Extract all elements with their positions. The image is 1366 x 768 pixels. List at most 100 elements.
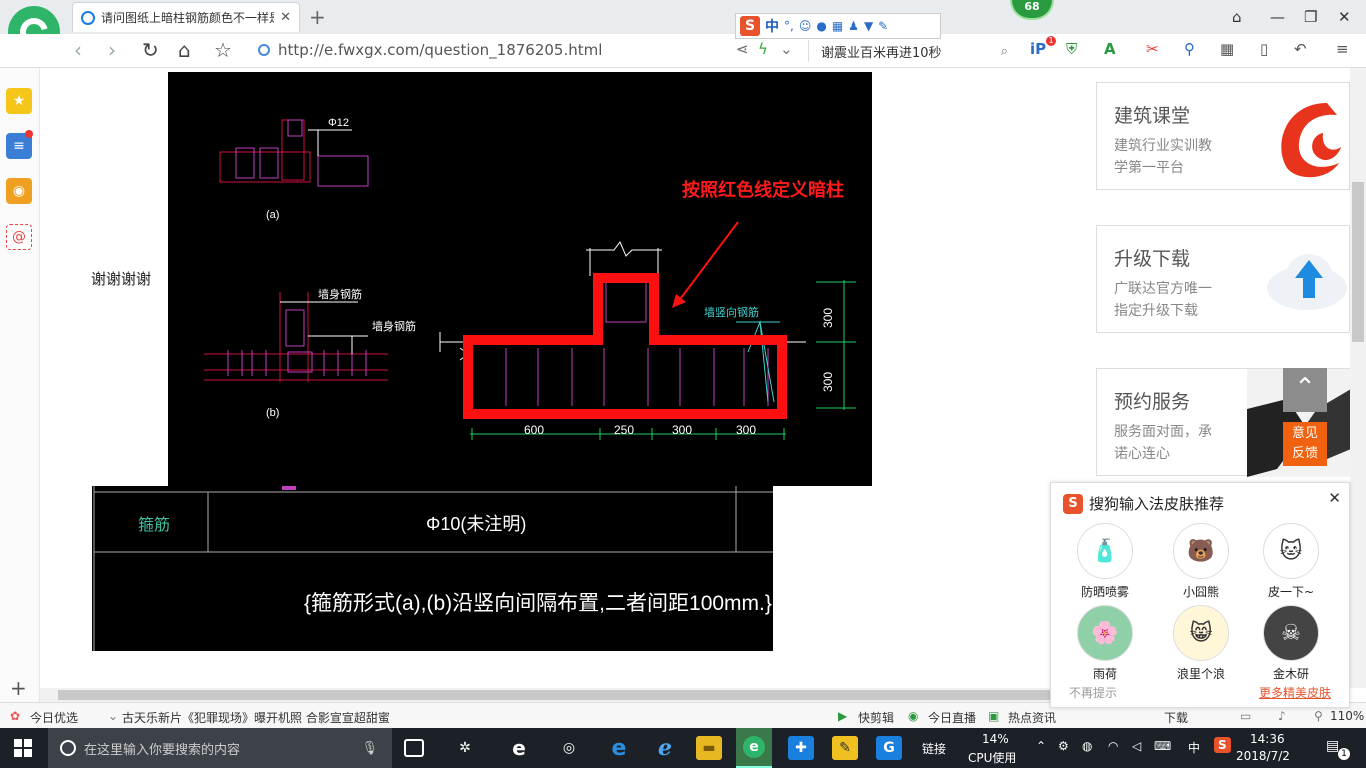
link-label[interactable]: 链接 <box>922 740 946 757</box>
windows-start-icon[interactable] <box>14 739 32 757</box>
wrench-icon[interactable]: ✎ <box>878 19 888 33</box>
translate-icon[interactable]: A <box>1104 40 1116 58</box>
users-icon[interactable]: ♟ <box>848 19 859 33</box>
spiral-app-icon[interactable]: ◎ <box>556 736 582 760</box>
close-window-button[interactable]: ✕ <box>1338 8 1351 26</box>
live-icon[interactable]: ◉ <box>908 709 918 723</box>
task-view-icon[interactable] <box>404 739 424 757</box>
hot-news-link[interactable]: 热点资讯 <box>1008 709 1056 726</box>
refresh-icon[interactable]: ↻ <box>142 38 159 62</box>
lightning-icon[interactable]: ϟ <box>758 40 768 58</box>
today-pick-icon[interactable]: ✿ <box>10 709 20 723</box>
share-icon[interactable]: ⋖ <box>736 40 749 58</box>
tablet-icon[interactable]: ▯ <box>1260 40 1268 58</box>
zoom-level[interactable]: 110% <box>1330 709 1364 723</box>
edge-icon[interactable]: e <box>606 736 632 761</box>
minimize-button[interactable]: — <box>1270 8 1285 26</box>
chevron-down-icon[interactable]: ⌄ <box>108 709 118 723</box>
download-link[interactable]: 下载 <box>1164 709 1188 726</box>
browser-tab-active[interactable]: 请问图纸上暗柱钢筋颜色不一样是 ✕ <box>72 2 300 32</box>
search-icon[interactable]: ⌕ <box>1001 44 1008 59</box>
windows-taskbar: 在这里输入你要搜索的内容 🎙 ✲ e ◎ e ℯ ▬ e ✚ ✎ G 链接 14… <box>0 728 1366 768</box>
page-icon[interactable]: ▭ <box>1240 709 1251 723</box>
magnifier-icon[interactable]: ⚲ <box>1184 40 1195 58</box>
chevron-down-icon[interactable]: ⌄ <box>780 40 793 58</box>
wifi-icon[interactable]: ◠ <box>1108 739 1118 753</box>
search-box[interactable]: 谢震业百米再进10秒 ⌕ <box>808 40 1008 62</box>
undo-icon[interactable]: ↶ <box>1294 40 1307 58</box>
skin-item[interactable]: 🐻 小囧熊 <box>1161 523 1241 600</box>
email-at-icon[interactable]: @ <box>6 224 32 250</box>
more-skins-link[interactable]: 更多精美皮肤 <box>1259 684 1331 701</box>
clock-date[interactable]: 2018/7/2 <box>1236 749 1290 763</box>
today-pick-link[interactable]: 今日优选 <box>30 709 78 726</box>
skin-item[interactable]: 🌸 雨荷 <box>1065 605 1145 682</box>
new-tab-icon[interactable]: + <box>309 5 326 29</box>
skin-item[interactable]: 🐱 皮一下~ <box>1251 523 1331 600</box>
ime-punct-toggle[interactable]: °, <box>784 19 794 33</box>
skin-item[interactable]: ☠ 金木研 <box>1251 605 1331 682</box>
tray-chevron-up-icon[interactable]: ⌃ <box>1036 739 1046 753</box>
search-query[interactable]: 谢震业百米再进10秒 <box>821 42 942 61</box>
favorites-star-icon[interactable]: ★ <box>6 88 32 114</box>
sogou-tray-icon[interactable]: S <box>1214 737 1231 753</box>
hot-news-icon[interactable]: ▣ <box>988 709 999 723</box>
add-sidebar-icon[interactable]: + <box>10 676 27 700</box>
apps-grid-icon[interactable]: ▦ <box>1220 40 1234 58</box>
quick-clip-link[interactable]: 快剪辑 <box>858 709 894 726</box>
news-ticker-link[interactable]: 古天乐新片《犯罪现场》曝开机照 合影宣宣超甜蜜 <box>122 709 390 726</box>
shirt-icon[interactable]: ⌂ <box>1232 8 1242 26</box>
url-text[interactable]: http://e.fwxgx.com/question_1876205.html <box>278 41 602 59</box>
ip-extension-icon[interactable]: iP <box>1030 40 1046 58</box>
fan-app-icon[interactable]: ✲ <box>452 736 478 760</box>
no-remind-link[interactable]: 不再提示 <box>1069 684 1117 701</box>
popup-close-icon[interactable]: ✕ <box>1328 489 1341 507</box>
favorite-star-icon[interactable]: ☆ <box>214 38 232 62</box>
clock-time[interactable]: 14:36 <box>1250 732 1285 746</box>
ad-card-course[interactable]: 建筑课堂 建筑行业实训教 学第一平台 <box>1096 82 1350 190</box>
skin-shirt-icon[interactable]: ▼ <box>864 19 873 33</box>
menu-icon[interactable]: ≡ <box>1336 40 1349 58</box>
forward-icon[interactable]: › <box>108 38 116 62</box>
skin-item[interactable]: 🧴 防晒喷雾 <box>1065 523 1145 600</box>
tray-app2-icon[interactable]: ◍ <box>1082 739 1092 753</box>
restore-button[interactable]: ❐ <box>1304 8 1317 26</box>
keyboard-icon[interactable]: ▦ <box>832 19 843 33</box>
input-language[interactable]: 中 <box>1188 739 1200 756</box>
sogou-logo-icon[interactable]: S <box>740 16 760 36</box>
microphone-icon[interactable]: ● <box>816 19 826 33</box>
zoom-icon[interactable]: ⚲ <box>1314 709 1323 723</box>
live-link[interactable]: 今日直播 <box>928 709 976 726</box>
shield-icon[interactable]: ⛨ <box>1066 40 1077 58</box>
back-icon[interactable]: ‹ <box>74 38 82 62</box>
home-icon[interactable]: ⌂ <box>178 38 191 62</box>
scissors-icon[interactable]: ✂ <box>1146 40 1159 58</box>
skin-item[interactable]: 😸 浪里个浪 <box>1161 605 1241 682</box>
audio-icon[interactable]: ♪ <box>1278 709 1286 723</box>
plus-app-icon[interactable]: ✚ <box>788 736 814 760</box>
vertical-scrollbar[interactable] <box>1350 68 1366 688</box>
ime-mode-toggle[interactable]: 中 <box>765 16 779 36</box>
tab-close-icon[interactable]: ✕ <box>280 10 291 25</box>
weibo-icon[interactable]: ◉ <box>6 178 32 204</box>
keyboard-icon[interactable]: ⌨ <box>1154 739 1171 753</box>
feedback-button[interactable]: 意见 反馈 <box>1283 422 1327 466</box>
ie-icon[interactable]: ℯ <box>652 736 678 761</box>
quick-clip-icon[interactable]: ▶ <box>838 709 847 723</box>
volume-icon[interactable]: ◁ <box>1132 739 1141 753</box>
emoji-icon[interactable]: ☺ <box>799 19 812 33</box>
taskbar-search-placeholder[interactable]: 在这里输入你要搜索的内容 <box>84 739 240 758</box>
ie-outline-icon[interactable]: e <box>506 736 532 760</box>
microphone-icon[interactable]: 🎙 <box>361 741 378 756</box>
taskbar-search-box[interactable]: 在这里输入你要搜索的内容 🎙 <box>48 728 392 768</box>
back-to-top-button[interactable]: ⌃ <box>1283 368 1327 412</box>
tray-app-icon[interactable]: ⚙ <box>1058 739 1069 753</box>
popup-title: 搜狗输入法皮肤推荐 <box>1089 495 1225 513</box>
g-app-icon[interactable]: G <box>876 736 902 760</box>
vertical-scrollbar-thumb[interactable] <box>1352 182 1364 342</box>
browser-taskbar-icon[interactable]: e <box>736 728 772 768</box>
ad-card-download[interactable]: 升级下载 广联达官方唯一 指定升级下载 <box>1096 225 1350 333</box>
notes-app-icon[interactable]: ✎ <box>832 736 858 760</box>
file-explorer-icon[interactable]: ▬ <box>696 736 722 760</box>
address-bar[interactable]: http://e.fwxgx.com/question_1876205.html <box>258 38 728 62</box>
